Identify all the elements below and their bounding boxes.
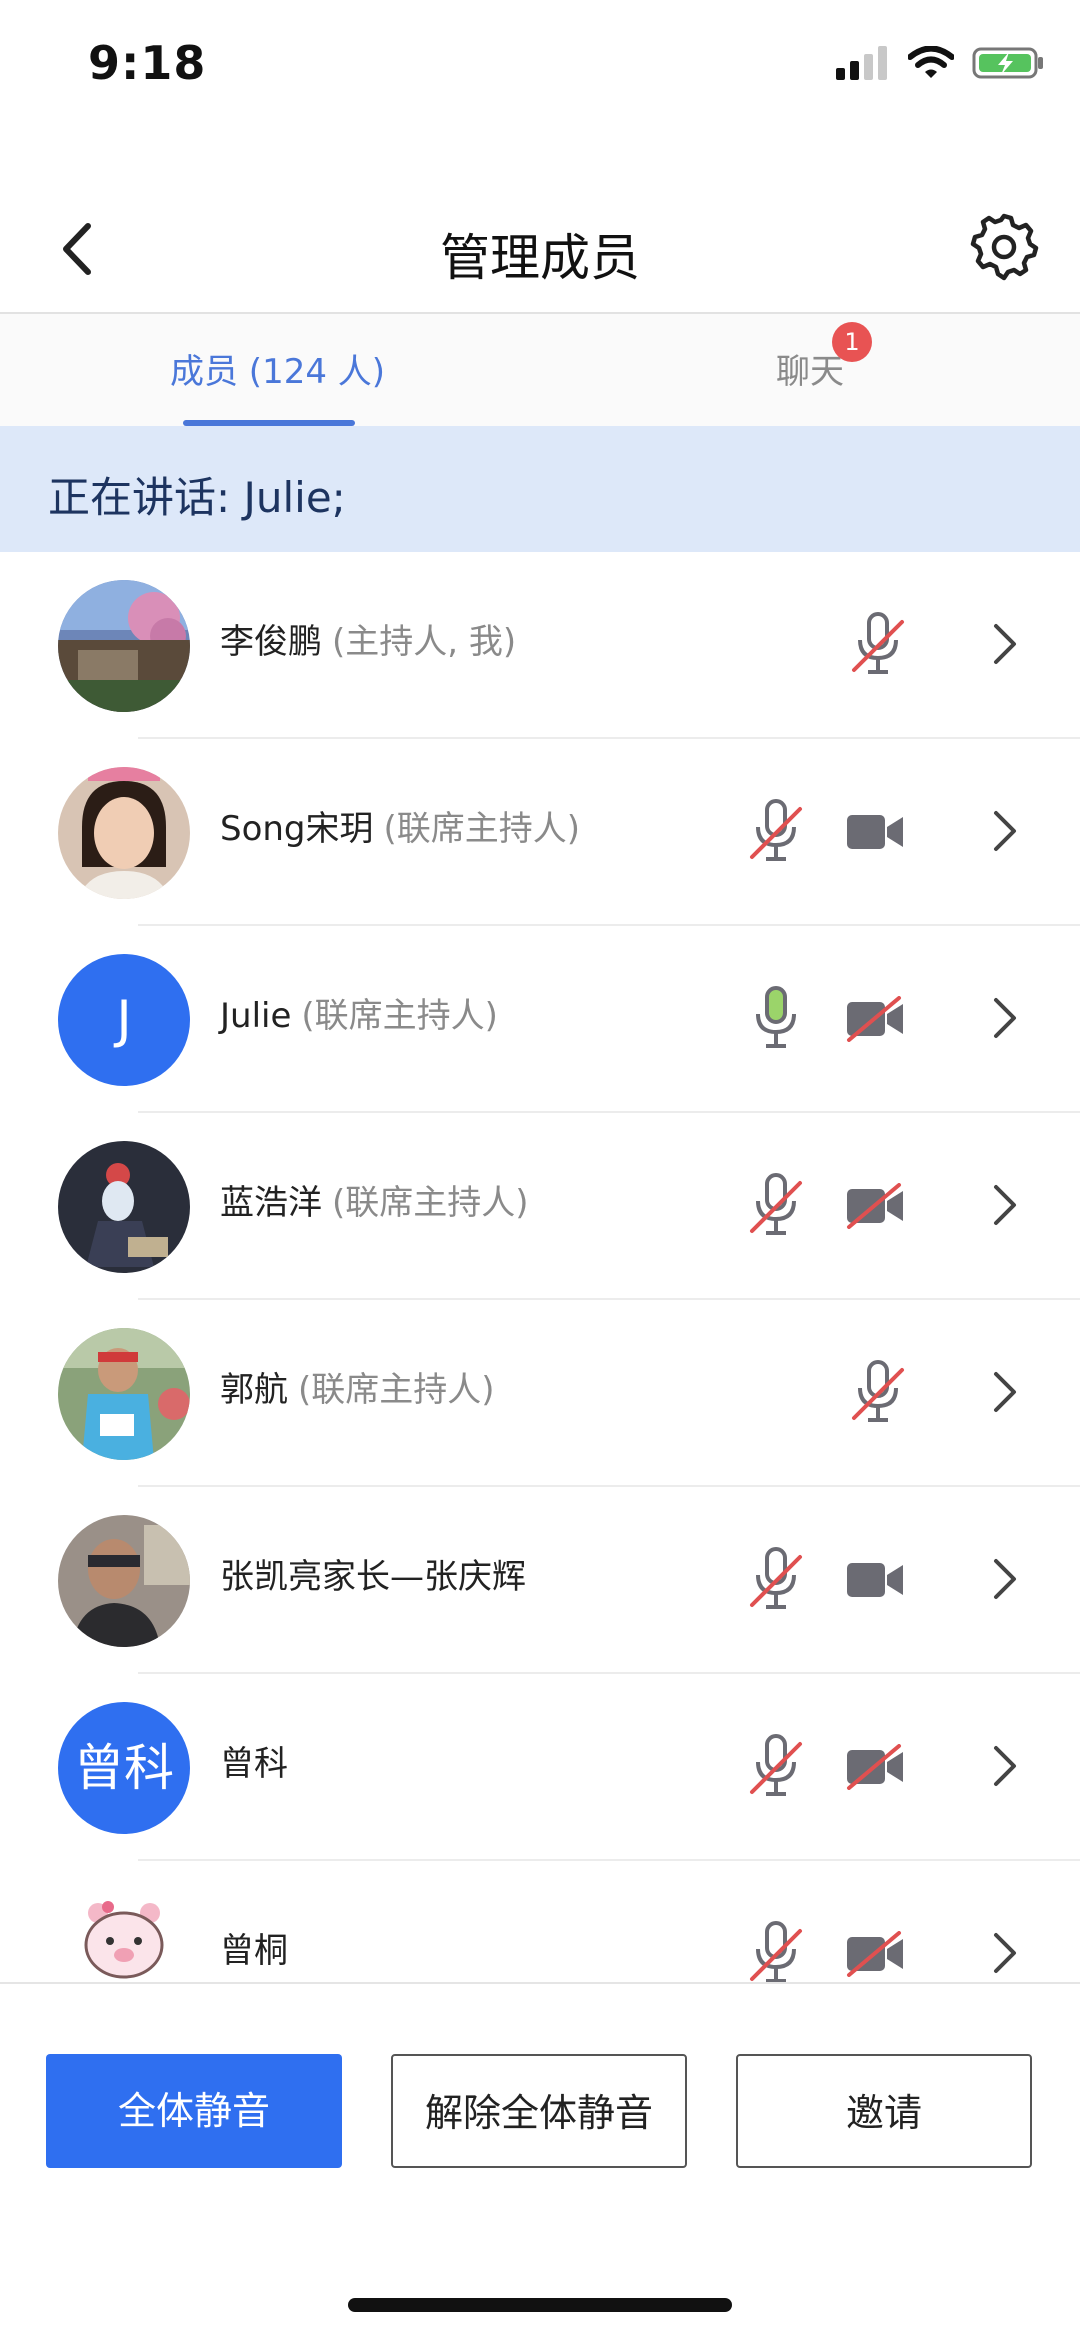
signal-icon bbox=[836, 46, 887, 80]
mute-all-button[interactable]: 全体静音 bbox=[46, 2054, 342, 2168]
mic-muted-icon[interactable] bbox=[848, 608, 908, 680]
member-role: (联席主持人) bbox=[298, 1370, 495, 1410]
mic-muted-icon[interactable] bbox=[746, 795, 806, 867]
battery-charging-icon bbox=[972, 47, 1043, 79]
avatar-text: 曾科 bbox=[58, 1702, 190, 1834]
nav-bar: 管理成员 bbox=[0, 190, 1080, 314]
camera-off-icon[interactable] bbox=[845, 1744, 905, 1790]
status-time: 9:18 bbox=[88, 36, 207, 90]
member-row[interactable]: 曾桐 bbox=[0, 1861, 1080, 1982]
member-row[interactable]: 郭航 (联席主持人) bbox=[0, 1300, 1080, 1487]
member-name: 曾桐 bbox=[220, 1931, 288, 1971]
speaking-text: 正在讲话: Julie; bbox=[48, 473, 346, 522]
mic-muted-icon[interactable] bbox=[746, 1917, 806, 1982]
mic-muted-icon[interactable] bbox=[746, 1730, 806, 1802]
page-title: 管理成员 bbox=[440, 229, 640, 287]
mic-muted-icon[interactable] bbox=[848, 1356, 908, 1428]
invite-button[interactable]: 邀请 bbox=[736, 2054, 1032, 2168]
camera-off-icon[interactable] bbox=[845, 996, 905, 1042]
status-bar: 9:18 bbox=[0, 0, 1080, 130]
chevron-right-icon[interactable] bbox=[990, 1549, 1020, 1609]
avatar bbox=[58, 767, 190, 899]
avatar-letter: J bbox=[58, 954, 190, 1086]
member-role: (联席主持人) bbox=[332, 1183, 529, 1223]
camera-icon[interactable] bbox=[845, 809, 905, 855]
bottom-action-bar: 全体静音 解除全体静音 邀请 bbox=[0, 1982, 1080, 2341]
member-role: (主持人, 我) bbox=[332, 622, 517, 662]
chevron-right-icon[interactable] bbox=[990, 1175, 1020, 1235]
member-name: Song宋玥 (联席主持人) bbox=[220, 809, 581, 849]
member-role: (联席主持人) bbox=[383, 809, 581, 849]
chevron-right-icon[interactable] bbox=[990, 988, 1020, 1048]
member-name: 张凯亮家长—张庆辉 bbox=[220, 1557, 526, 1597]
member-row[interactable]: 曾科 曾科 bbox=[0, 1674, 1080, 1861]
member-role: (联席主持人) bbox=[301, 996, 498, 1036]
mic-muted-icon[interactable] bbox=[746, 1169, 806, 1241]
chevron-right-icon[interactable] bbox=[990, 801, 1020, 861]
camera-off-icon[interactable] bbox=[845, 1931, 905, 1977]
status-icons bbox=[836, 46, 1044, 80]
chat-unread-badge: 1 bbox=[832, 322, 872, 362]
avatar bbox=[58, 1515, 190, 1647]
home-indicator[interactable] bbox=[348, 2298, 732, 2312]
member-row[interactable]: J Julie (联席主持人) bbox=[0, 926, 1080, 1113]
member-name: 郭航 (联席主持人) bbox=[220, 1370, 495, 1410]
avatar bbox=[58, 580, 190, 712]
member-row[interactable]: 李俊鹏 (主持人, 我) bbox=[0, 552, 1080, 739]
camera-icon[interactable] bbox=[845, 1557, 905, 1603]
member-row[interactable]: Song宋玥 (联席主持人) bbox=[0, 739, 1080, 926]
chevron-right-icon[interactable] bbox=[990, 614, 1020, 674]
wifi-icon bbox=[908, 46, 954, 78]
gear-icon[interactable] bbox=[968, 210, 1040, 282]
mic-active-icon[interactable] bbox=[746, 982, 806, 1054]
avatar bbox=[58, 1889, 190, 1982]
member-name: 蓝浩洋 (联席主持人) bbox=[220, 1183, 529, 1223]
chevron-right-icon[interactable] bbox=[990, 1736, 1020, 1796]
member-row[interactable]: 张凯亮家长—张庆辉 bbox=[0, 1487, 1080, 1674]
member-list: 李俊鹏 (主持人, 我) Song宋玥 (联席主持人) J Julie (联席主… bbox=[0, 552, 1080, 1982]
tab-members[interactable]: 成员 (124 人) bbox=[170, 344, 385, 393]
member-name: 李俊鹏 (主持人, 我) bbox=[220, 622, 517, 662]
unmute-all-button[interactable]: 解除全体静音 bbox=[391, 2054, 687, 2168]
chevron-right-icon[interactable] bbox=[990, 1923, 1020, 1982]
camera-off-icon[interactable] bbox=[845, 1183, 905, 1229]
speaking-banner: 正在讲话: Julie; bbox=[0, 426, 1080, 552]
avatar bbox=[58, 1141, 190, 1273]
member-name: Julie (联席主持人) bbox=[220, 996, 498, 1036]
chevron-right-icon[interactable] bbox=[990, 1362, 1020, 1422]
mic-muted-icon[interactable] bbox=[746, 1543, 806, 1615]
member-name: 曾科 bbox=[220, 1744, 288, 1784]
tab-bar: 成员 (124 人) 聊天 bbox=[0, 314, 1080, 426]
member-row[interactable]: 蓝浩洋 (联席主持人) bbox=[0, 1113, 1080, 1300]
avatar bbox=[58, 1328, 190, 1460]
